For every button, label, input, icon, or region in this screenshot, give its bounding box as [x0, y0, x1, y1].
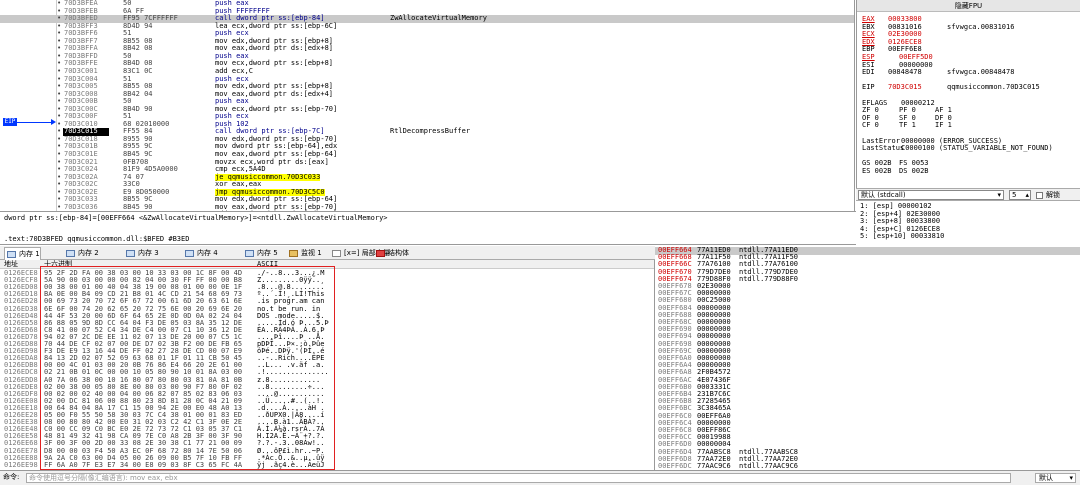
stack-row[interactable]: 00EFF6DC 77AAC9C6 ntdll.77AAC9C6 [655, 462, 1080, 470]
tab-5[interactable]: 监视 1 [287, 247, 322, 260]
register-comment: sfvwgca.00848478 [947, 68, 1015, 77]
disasm-comment: ZwAllocateVirtualMemory [390, 14, 487, 23]
info-line-2: .text:70D3BFED qqmusiccommon.dll:$BFED #… [4, 235, 190, 243]
tab-7[interactable]: 结构体 [374, 247, 409, 260]
register-row[interactable]: LastStatus C0000100 (STATUS_VARIABLE_NOT_… [857, 145, 1080, 153]
memory-tab-icon [185, 250, 194, 257]
tab-0[interactable]: 内存 1 [4, 247, 41, 260]
memory-tab-icon [126, 250, 135, 257]
register-row[interactable]: CF 0 TF 1 IF 1 [857, 122, 1080, 130]
register-value: 70D3C015 [888, 83, 922, 92]
tab-4[interactable]: 内存 5 [243, 247, 278, 260]
command-input[interactable]: 命令使用逗号分隔(像汇编语言): mov eax, ebx [26, 473, 1011, 483]
dump-tabs: 内存 1 内存 2 内存 3 内存 4 内存 5 监视 1 [x=] 局部变量 结构体 [0, 246, 655, 260]
register-comment: C0000100 (STATUS_VARIABLE_NOT_FOUND) [901, 144, 1053, 153]
stack-view[interactable]: 00EFF664 77A11ED0 ntdll.77A11ED0 00EFF668 77… [655, 246, 1080, 470]
register-row[interactable]: ES 002B DS 002B [857, 167, 1080, 176]
dump-col-address: 地址 [4, 260, 18, 268]
register-name: ES 002B [862, 167, 892, 175]
register-comment: qqmusiccommon.70D3C015 [947, 83, 1040, 92]
tab-3[interactable]: 内存 4 [183, 247, 218, 260]
tab-label: 内存 5 [257, 249, 278, 257]
register-row[interactable]: EFLAGS 00000212 [857, 99, 1080, 108]
chevron-down-icon: ▾ [1069, 474, 1073, 482]
memory-dump[interactable]: 地址 十六进制 ASCII 0126ECE8 95 2F 2D FA 00 38 … [0, 260, 655, 470]
register-name: EIP [862, 83, 875, 92]
stack-arg-item[interactable]: 5: [esp+10] 00033810 [860, 233, 1080, 241]
call-convention-bar: 默认 (stdcall) ▾ 5 ▴ 解锁 [856, 188, 1080, 201]
info-box: dword ptr ss:[ebp-84]=[00EFF664 <&ZwAllo… [0, 211, 856, 245]
default-select[interactable]: 默认 ▾ [1035, 473, 1076, 483]
highlight-box [40, 266, 335, 470]
register-value: 00848478 [888, 68, 922, 77]
spinner-arrows-icon: ▴ [1025, 191, 1029, 199]
register-row[interactable]: EDI 00848478 sfvwgca.00848478 [857, 69, 1080, 77]
unlock-checkbox[interactable] [1036, 192, 1043, 199]
unlock-label: 解锁 [1046, 191, 1060, 199]
command-label: 命令: [3, 473, 20, 481]
stack-arguments-list[interactable]: 1: [esp] 00000102 2: [esp+4] 02E30000 3: [… [856, 201, 1080, 245]
register-value: DS 002B [899, 167, 929, 175]
arg-count-spinner[interactable]: 5 ▴ [1009, 190, 1031, 200]
register-name: LastStatus [862, 144, 905, 153]
struct-icon [376, 250, 385, 257]
registers-panel[interactable]: 隐藏FPU EAX 00033800 EBX 00831016 sfvwgca.0083… [856, 0, 1080, 188]
tab-label: 内存 4 [197, 249, 218, 257]
register-row[interactable]: EIP 70D3C015 qqmusiccommon.70D3C015 [857, 84, 1080, 92]
arg-count-value: 5 [1012, 191, 1017, 199]
dump-address: 0126EE98 [4, 460, 38, 469]
register-name: EDI [862, 68, 875, 77]
memory-tab-icon [66, 250, 75, 257]
register-comment: sfvwgca.00831016 [947, 22, 1015, 31]
register-row[interactable]: OF 0 SF 0 DF 0 [857, 114, 1080, 123]
watch-icon [289, 250, 298, 257]
call-convention-select[interactable]: 默认 (stdcall) ▾ [858, 190, 1004, 200]
disasm-comment: RtlDecompressBuffer [390, 127, 471, 136]
info-line-1: dword ptr ss:[ebp-84]=[00EFF664 <&ZwAllo… [4, 214, 388, 222]
locals-icon [332, 250, 341, 257]
stack-comment: ntdll.77AAC9C6 [739, 462, 799, 470]
register-row[interactable]: ZF 0 PF 0 AF 1 [857, 107, 1080, 115]
tab-label: 结构体 [388, 249, 409, 257]
tab-1[interactable]: 内存 2 [64, 247, 99, 260]
call-convention-value: 默认 (stdcall) [861, 191, 906, 199]
memory-tab-icon [7, 251, 16, 258]
register-value: TF 1 [899, 121, 916, 130]
register-row[interactable]: EBP 00EFF6E8 [857, 46, 1080, 54]
memory-tab-icon [245, 250, 254, 257]
tab-label: 内存 1 [19, 250, 40, 258]
register-name: CF 0 [862, 121, 879, 130]
tab-2[interactable]: 内存 3 [124, 247, 159, 260]
command-bar: 命令: 命令使用逗号分隔(像汇编语言): mov eax, ebx 默认 ▾ [0, 470, 1080, 485]
eip-marker: EIP [3, 118, 17, 126]
stack-address: 00EFF6DC [658, 462, 692, 470]
eip-arrow-icon [17, 118, 56, 125]
default-select-value: 默认 [1039, 474, 1053, 482]
chevron-down-icon: ▾ [997, 191, 1001, 199]
register-row[interactable]: ESP 00EFF5D0 [857, 53, 1080, 62]
tab-label: 内存 3 [138, 249, 159, 257]
stack-value: 77AAC9C6 [697, 462, 731, 470]
tab-label: 内存 2 [78, 249, 99, 257]
register-comment: IF 1 [935, 121, 952, 130]
disassembly-view[interactable]: • 70D3BFEA 50 push eax • 70D3BFEB 6A FF push FF… [0, 0, 855, 211]
register-row[interactable] [857, 92, 1080, 100]
hide-fpu-toggle[interactable]: 隐藏FPU [857, 0, 1080, 12]
tab-label: 监视 1 [301, 249, 322, 257]
